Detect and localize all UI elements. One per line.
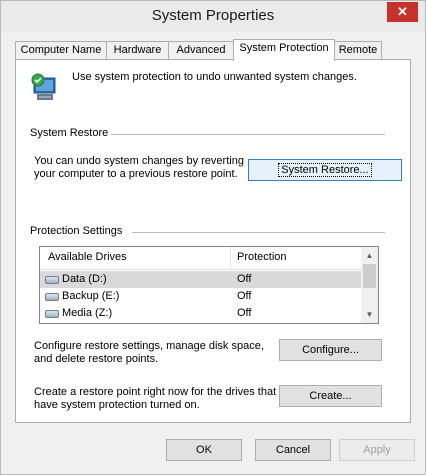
tab-advanced[interactable]: Advanced <box>168 41 234 59</box>
drive-row-media[interactable]: Media (Z:) Off <box>40 305 362 322</box>
tab-panel: Use system protection to undo unwanted s… <box>15 59 411 423</box>
tab-computer-name[interactable]: Computer Name <box>15 41 107 59</box>
system-restore-description-1: You can undo system changes by reverting <box>34 155 244 167</box>
drive-protection: Off <box>237 307 252 319</box>
drive-protection: Off <box>237 273 252 285</box>
configure-description-2: and delete restore points. <box>34 353 159 365</box>
close-button[interactable]: ✕ <box>387 2 418 22</box>
drives-scrollbar[interactable]: ▲ ▼ <box>361 247 378 323</box>
intro-text: Use system protection to undo unwanted s… <box>72 71 357 83</box>
system-protection-icon <box>29 72 59 102</box>
column-separator[interactable] <box>230 247 231 269</box>
system-restore-heading: System Restore <box>30 127 109 139</box>
create-description-1: Create a restore point right now for the… <box>34 386 277 398</box>
system-properties-window: System Properties ✕ Computer Name Hardwa… <box>0 0 426 475</box>
drive-protection: Off <box>237 290 252 302</box>
title-bar: System Properties ✕ <box>1 1 425 32</box>
protection-settings-divider <box>132 232 385 233</box>
tab-system-protection[interactable]: System Protection <box>233 39 335 61</box>
drive-name: Backup (E:) <box>62 290 120 302</box>
column-available-drives[interactable]: Available Drives <box>48 251 127 263</box>
column-protection[interactable]: Protection <box>237 251 287 263</box>
scroll-up-arrow-icon[interactable]: ▲ <box>361 247 378 264</box>
system-restore-divider <box>111 134 385 135</box>
drive-icon <box>45 293 59 301</box>
system-restore-description-2: your computer to a previous restore poin… <box>34 168 238 180</box>
drive-row-backup[interactable]: Backup (E:) Off <box>40 288 362 305</box>
tab-hardware[interactable]: Hardware <box>106 41 169 59</box>
system-restore-button-label: System Restore... <box>278 163 372 177</box>
apply-button[interactable]: Apply <box>339 439 415 461</box>
tab-remote[interactable]: Remote <box>334 41 382 59</box>
create-button[interactable]: Create... <box>279 385 382 407</box>
protection-settings-heading: Protection Settings <box>30 225 123 237</box>
drive-name: Media (Z:) <box>62 307 113 319</box>
configure-button[interactable]: Configure... <box>279 339 382 361</box>
window-title: System Properties <box>151 7 275 24</box>
drives-list-header: Available Drives Protection <box>40 247 362 270</box>
drive-icon <box>45 310 59 318</box>
drive-icon <box>45 276 59 284</box>
system-restore-button[interactable]: System Restore... <box>248 159 402 181</box>
cancel-button[interactable]: Cancel <box>255 439 331 461</box>
drive-row-data[interactable]: Data (D:) Off <box>40 271 362 288</box>
scroll-down-arrow-icon[interactable]: ▼ <box>361 306 378 323</box>
scroll-thumb[interactable] <box>363 264 376 288</box>
ok-button[interactable]: OK <box>166 439 242 461</box>
drives-list[interactable]: Available Drives Protection Data (D:) Of… <box>39 246 379 324</box>
create-description-2: have system protection turned on. <box>34 399 200 411</box>
configure-description-1: Configure restore settings, manage disk … <box>34 340 264 352</box>
drive-name: Data (D:) <box>62 273 107 285</box>
